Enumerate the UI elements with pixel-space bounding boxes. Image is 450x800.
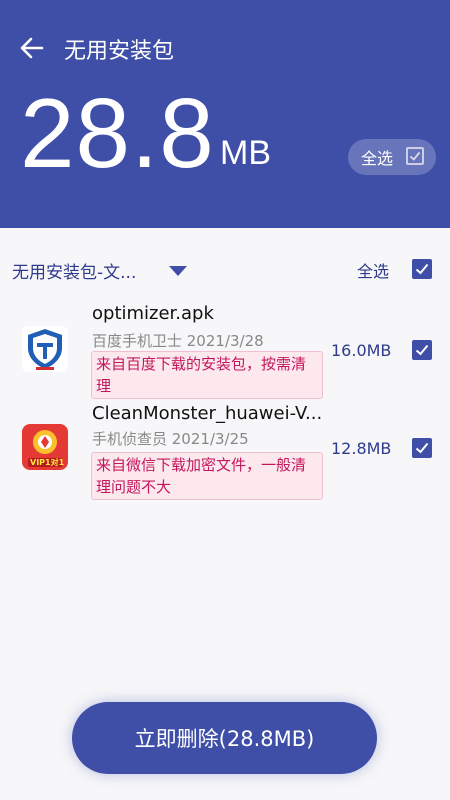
clean-monster-app-icon: VIP1对1	[22, 424, 68, 470]
total-size-unit: MB	[220, 134, 271, 172]
header: 无用安装包 28.8 MB 全选	[0, 0, 450, 228]
header-select-all-checkbox[interactable]	[406, 147, 424, 165]
dropdown-triangle-icon[interactable]	[168, 262, 188, 281]
total-size-value: 28.8	[20, 78, 215, 188]
category-dropdown-label[interactable]: 无用安装包-文...	[12, 258, 136, 283]
item-meta: 手机侦查员 2021/3/25	[92, 430, 249, 448]
item-name: CleanMonster_huawei-V...	[92, 403, 323, 424]
item-checkbox[interactable]	[412, 438, 432, 458]
item-checkbox[interactable]	[412, 340, 432, 360]
filter-row: 无用安装包-文... 全选	[0, 244, 450, 292]
back-arrow-icon[interactable]	[18, 34, 46, 62]
item-note: 来自微信下载加密文件，一般清理问题不大	[91, 452, 323, 500]
item-name: optimizer.apk	[92, 303, 214, 324]
item-meta: 百度手机卫士 2021/3/28	[92, 332, 264, 350]
item-size: 12.8MB	[331, 439, 392, 458]
page-title: 无用安装包	[64, 39, 175, 64]
baidu-security-app-icon	[22, 326, 68, 372]
header-select-all-label: 全选	[361, 149, 394, 168]
app-icon-badge-text: VIP1对1	[30, 458, 65, 467]
select-all-label[interactable]: 全选	[357, 258, 389, 282]
item-size: 16.0MB	[331, 341, 392, 360]
header-select-all-toggle[interactable]: 全选	[348, 139, 436, 175]
select-all-checkbox[interactable]	[412, 259, 432, 279]
delete-now-button[interactable]: 立即删除(28.8MB)	[72, 702, 377, 774]
item-note: 来自百度下载的安装包，按需清理	[91, 351, 323, 399]
